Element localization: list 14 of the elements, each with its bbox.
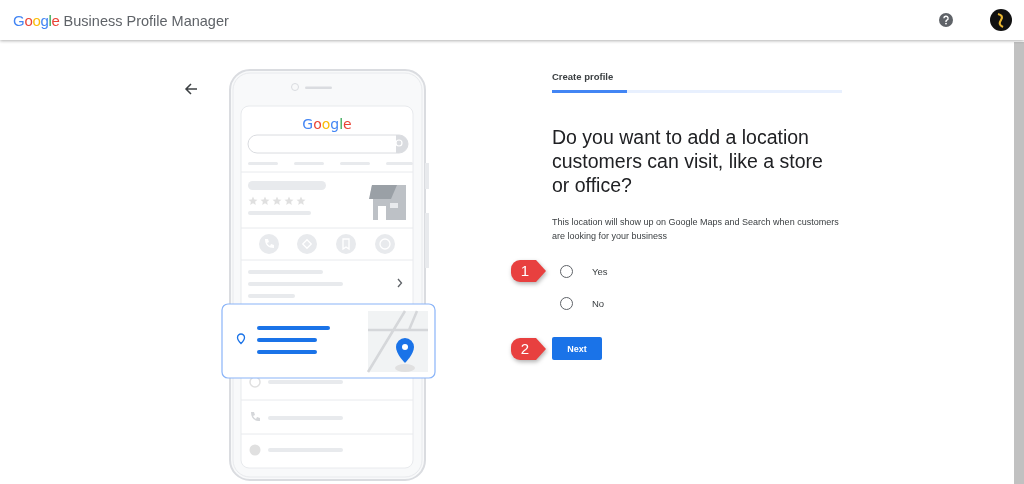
option-label[interactable]: No (592, 297, 605, 309)
option-label[interactable]: Yes (592, 265, 608, 277)
avatar[interactable] (990, 9, 1012, 31)
google-logo: Google (302, 116, 352, 132)
step-label: Create profile (552, 71, 615, 84)
callout-badge: 1 (510, 259, 548, 283)
heading: Do you want to add a location customers can visit, like a store or office? (552, 125, 824, 197)
callout-badge: 2 (510, 336, 548, 361)
scrollbar[interactable] (1014, 42, 1024, 484)
description: This location will show up on Google Maps and Search when customers are looking for your business (552, 216, 840, 243)
app-title: Business Profile Manager (63, 12, 229, 29)
next-button[interactable]: Next (552, 337, 602, 360)
google-logo: Google (13, 11, 60, 29)
help-icon[interactable] (939, 13, 953, 27)
